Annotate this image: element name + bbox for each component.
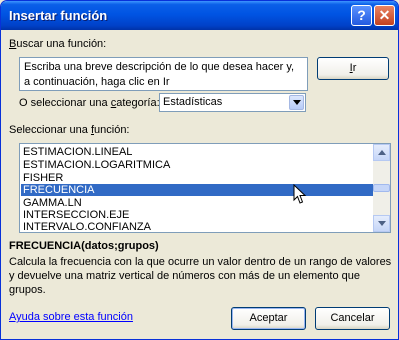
go-button[interactable]: Ir	[317, 57, 389, 80]
title-bar[interactable]: Insertar función ? ✕	[1, 1, 398, 30]
function-item-selected[interactable]: FRECUENCIA	[21, 184, 373, 196]
help-icon: ?	[357, 7, 366, 23]
function-list-label: Seleccionar una función:	[9, 124, 130, 136]
scroll-thumb[interactable]	[373, 184, 390, 192]
dropdown-arrow-icon[interactable]	[289, 95, 304, 110]
function-item[interactable]: FISHER	[21, 172, 373, 184]
dialog-title: Insertar función	[9, 8, 108, 23]
function-item[interactable]: INTERVALO.CONFIANZA	[21, 221, 373, 232]
category-select[interactable]: Estadísticas	[159, 93, 306, 112]
function-item[interactable]: ESTIMACION.LINEAL	[21, 146, 373, 158]
close-button[interactable]: ✕	[374, 5, 395, 26]
mouse-pointer-icon	[293, 184, 307, 204]
function-listbox[interactable]: ESTIMACION.LINEAL ESTIMACION.LOGARITMICA…	[19, 143, 391, 233]
category-label: O seleccionar una categoría:	[19, 97, 160, 109]
close-icon: ✕	[378, 7, 391, 23]
insert-function-dialog: Insertar función ? ✕ Buscar una función:…	[0, 0, 399, 340]
function-description: Calcula la frecuencia con la que ocurre …	[9, 256, 392, 296]
list-scrollbar[interactable]	[373, 144, 390, 232]
scroll-up-icon[interactable]	[373, 144, 390, 161]
help-link[interactable]: Ayuda sobre esta función	[9, 311, 133, 323]
search-label: Buscar una función:	[9, 38, 107, 50]
cancel-button[interactable]: Cancelar	[315, 307, 390, 330]
search-input[interactable]: Escriba una breve descripción de lo que …	[19, 57, 308, 91]
category-value: Estadísticas	[163, 96, 223, 108]
help-button[interactable]: ?	[351, 5, 372, 26]
function-item[interactable]: GAMMA.LN	[21, 197, 373, 209]
scroll-down-icon[interactable]	[373, 215, 390, 232]
accept-button[interactable]: Aceptar	[231, 307, 306, 330]
function-item[interactable]: INTERSECCION.EJE	[21, 209, 373, 221]
function-syntax: FRECUENCIA(datos;grupos)	[9, 240, 159, 252]
function-item[interactable]: ESTIMACION.LOGARITMICA	[21, 159, 373, 171]
